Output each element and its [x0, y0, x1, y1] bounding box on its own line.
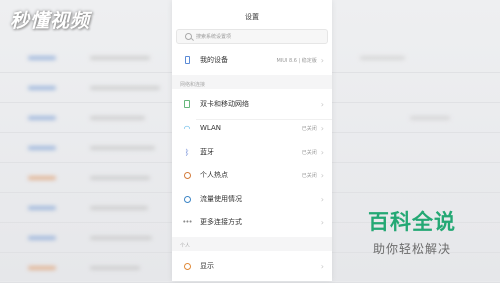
display-label: 显示	[200, 262, 214, 270]
phone-icon	[178, 56, 196, 64]
bluetooth-label: 蓝牙	[200, 148, 214, 156]
section-personal-header: 个人	[180, 243, 191, 249]
settings-panel: 设置 搜索系统设置项 我的设备 MIUI 8.6 | 稳定版 › 网络和连接 双…	[172, 0, 332, 281]
my-device-version: MIUI 8.6 | 稳定版	[276, 57, 317, 64]
sim-card-icon	[178, 100, 196, 108]
page-title: 设置	[245, 13, 259, 21]
chevron-right-icon: ›	[320, 123, 324, 133]
hotspot-icon	[178, 171, 196, 179]
wifi-icon: ◠	[183, 123, 191, 133]
my-device-item[interactable]: 我的设备 MIUI 8.6 | 稳定版 ›	[172, 45, 332, 75]
my-device-label: 我的设备	[200, 56, 228, 64]
brand-title: 百科全说	[368, 210, 456, 234]
more-connections-item[interactable]: ••• 更多连接方式 ›	[172, 207, 332, 237]
data-usage-icon	[178, 195, 196, 203]
wlan-status: 已关闭	[301, 125, 317, 132]
more-connections-label: 更多连接方式	[200, 218, 242, 226]
chevron-right-icon: ›	[320, 170, 324, 180]
more-dots-icon: •••	[182, 218, 192, 226]
chevron-right-icon: ›	[320, 55, 324, 65]
hotspot-label: 个人热点	[200, 171, 228, 179]
display-item[interactable]: 显示 ›	[172, 251, 332, 281]
hotspot-status: 已关闭	[301, 172, 317, 179]
chevron-right-icon: ›	[320, 217, 324, 227]
brand-watermark: 百科全说 助你轻松解决	[362, 206, 462, 257]
bluetooth-icon: ᛒ	[184, 147, 190, 157]
section-network-header: 网络和连接	[180, 82, 206, 88]
chevron-right-icon: ›	[320, 261, 324, 271]
section-gap	[172, 237, 332, 251]
search-icon	[185, 33, 192, 40]
brand-subtitle: 助你轻松解决	[372, 242, 451, 256]
dual-sim-label: 双卡和移动网络	[200, 100, 249, 108]
chevron-right-icon: ›	[320, 147, 324, 157]
chevron-right-icon: ›	[320, 99, 324, 109]
chevron-right-icon: ›	[320, 194, 324, 204]
data-usage-label: 流量使用情况	[200, 195, 242, 203]
watermark-logo: 秒懂视频	[10, 10, 91, 32]
search-input[interactable]: 搜索系统设置项	[176, 29, 328, 44]
bluetooth-status: 已关闭	[301, 149, 317, 156]
wlan-label: WLAN	[200, 124, 222, 132]
display-icon	[178, 262, 196, 270]
search-placeholder: 搜索系统设置项	[196, 34, 232, 40]
